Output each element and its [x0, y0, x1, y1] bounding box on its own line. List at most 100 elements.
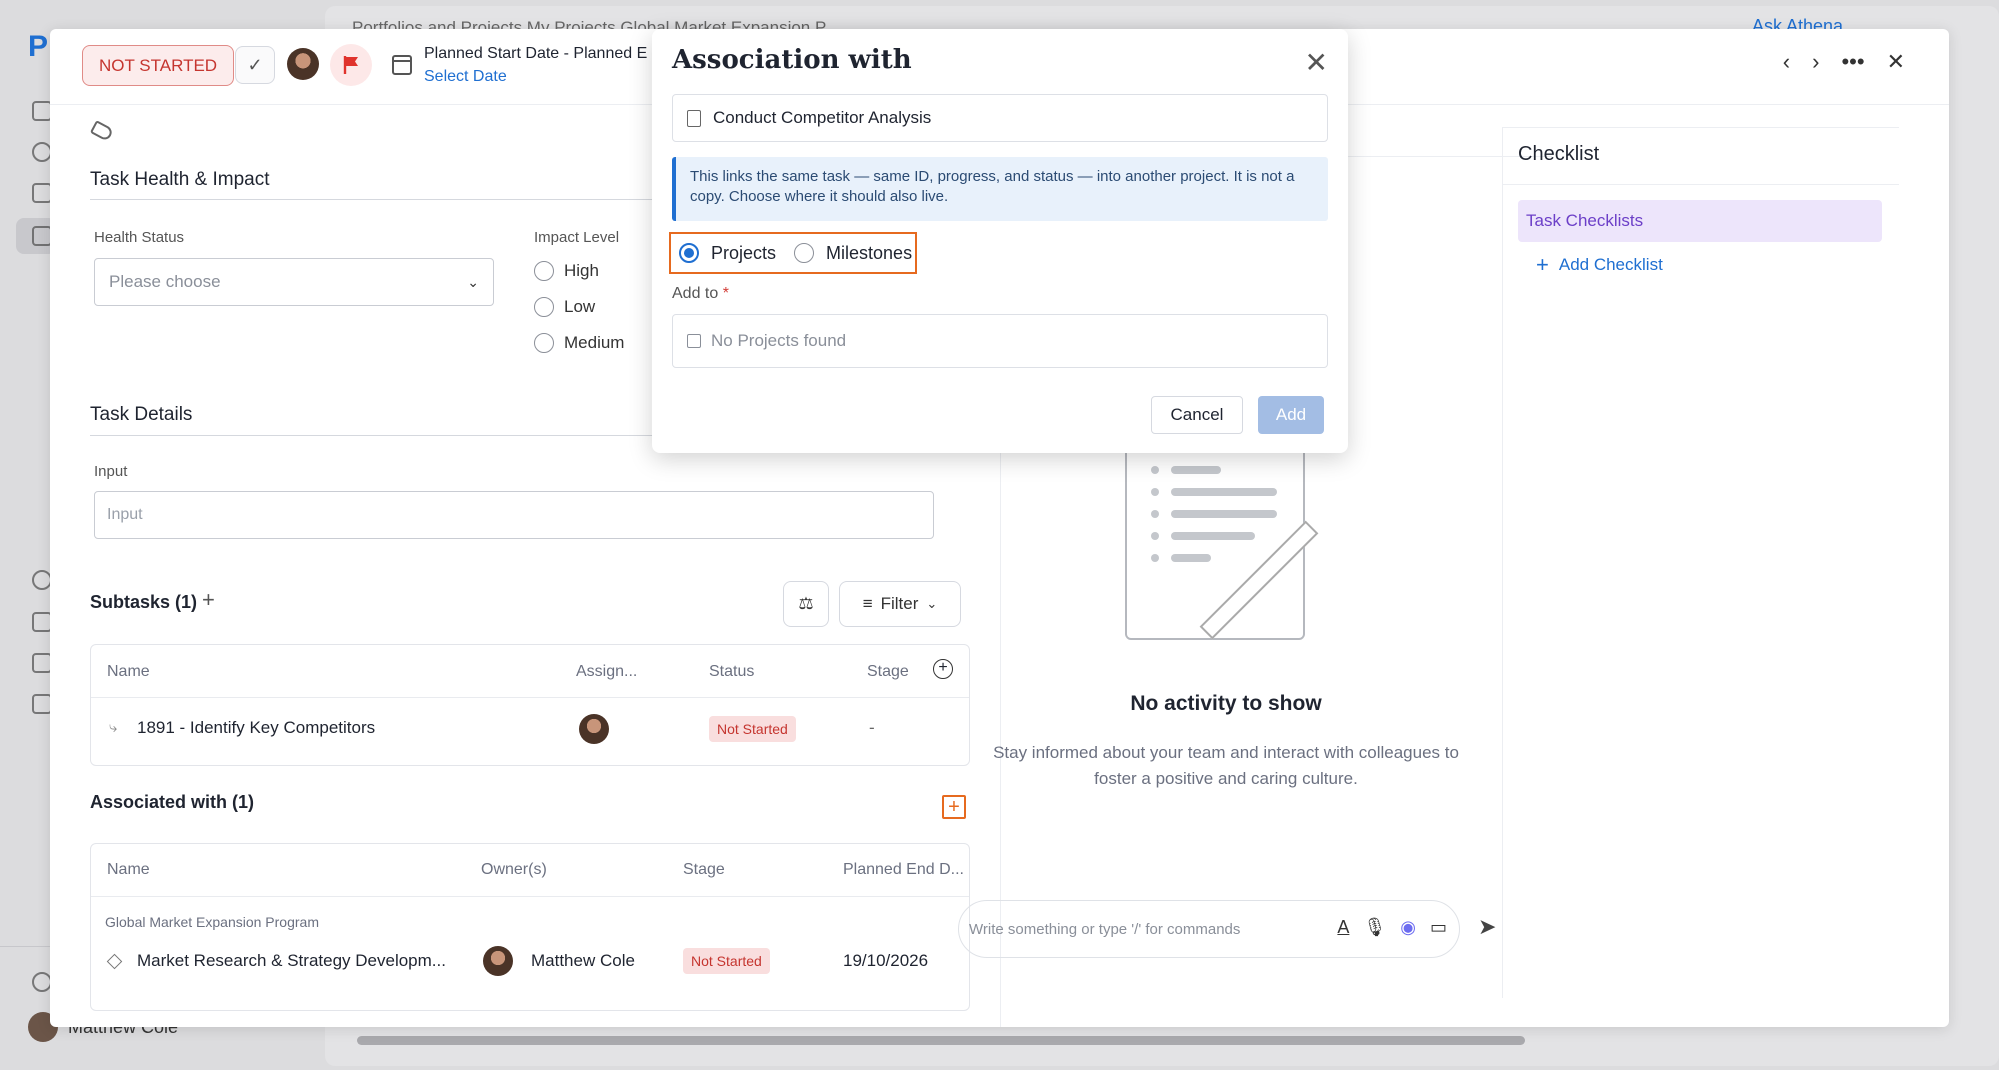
radio-label: Low	[564, 297, 596, 316]
more-icon[interactable]: •••	[1841, 49, 1864, 75]
chart-icon[interactable]	[32, 653, 52, 673]
add-subtask-icon[interactable]: +	[202, 587, 215, 613]
doc-dot	[1151, 466, 1159, 474]
calendar-icon[interactable]	[32, 612, 52, 632]
radio-milestones-label: Milestones	[826, 242, 913, 263]
row-divider	[91, 896, 969, 897]
chevron-left-icon[interactable]: ‹	[1783, 49, 1790, 75]
radio-label: High	[564, 261, 599, 280]
settings-icon[interactable]	[32, 972, 52, 992]
checklist-divider	[1502, 184, 1899, 185]
home-icon[interactable]	[32, 101, 52, 121]
col-assignee[interactable]: Assign...	[576, 663, 637, 681]
filter-icon: ≡	[862, 594, 873, 613]
select-date-link[interactable]: Select Date	[424, 68, 507, 86]
chevron-down-icon: ⌄	[926, 596, 938, 611]
subtasks-table: Name Assign... Status Stage + ⤷ 1891 - I…	[90, 644, 970, 766]
associated-table: Name Owner(s) Stage Planned End D... Glo…	[90, 843, 970, 1011]
doc-dot	[1151, 554, 1159, 562]
add-to-select[interactable]: No Projects found	[672, 314, 1328, 368]
col-name[interactable]: Name	[107, 663, 150, 681]
impact-radio-low[interactable]: Low	[534, 297, 595, 317]
stage-value: -	[869, 718, 875, 737]
timer-icon[interactable]	[32, 570, 52, 590]
filter-button[interactable]: ≡ Filter ⌄	[839, 581, 961, 627]
ai-icon[interactable]: ◉	[1400, 917, 1416, 938]
avatar	[483, 946, 513, 976]
video-icon[interactable]: ▭	[1430, 917, 1447, 938]
owner-name: Matthew Cole	[531, 951, 635, 970]
no-activity-title: No activity to show	[1130, 692, 1322, 715]
doc-line	[1171, 466, 1221, 474]
details-section-title: Task Details	[90, 404, 193, 425]
impact-radio-medium[interactable]: Medium	[534, 333, 624, 353]
list-icon	[687, 334, 701, 348]
required-mark: *	[722, 285, 729, 302]
doc-dot	[1151, 510, 1159, 518]
diamond-icon	[106, 953, 123, 970]
avatar	[579, 714, 609, 744]
associated-title: Associated with (1)	[90, 792, 255, 812]
close-icon[interactable]: ✕	[1305, 49, 1328, 77]
complete-button[interactable]: ✓	[235, 46, 275, 84]
chevron-right-icon[interactable]: ›	[1812, 49, 1819, 75]
association-type-radio-group: Projects Milestones	[669, 232, 917, 274]
add-to-label: Add to *	[672, 285, 729, 303]
tag-icon[interactable]	[89, 120, 115, 142]
status-dropdown[interactable]: NOT STARTED	[82, 45, 235, 86]
add-checklist-button[interactable]: + Add Checklist	[1536, 252, 1663, 278]
doc-line	[1171, 510, 1277, 518]
health-status-select[interactable]: Please choose ⌄	[94, 258, 494, 306]
checklist-icon[interactable]	[32, 694, 52, 714]
add-checklist-label: Add Checklist	[1558, 255, 1663, 274]
comment-input[interactable]: Write something or type '/' for commands…	[958, 900, 1460, 958]
radio-label: Medium	[564, 333, 625, 352]
task-name-field: Conduct Competitor Analysis	[672, 94, 1328, 142]
task-name: Conduct Competitor Analysis	[713, 108, 932, 127]
add-association-button[interactable]: +	[942, 795, 966, 819]
col-stage: Stage	[867, 663, 909, 680]
status-badge: Not Started	[709, 716, 796, 742]
doc-line	[1171, 488, 1277, 496]
add-column-icon[interactable]: +	[933, 659, 953, 679]
col-status: Status	[709, 663, 755, 680]
details-input[interactable]: Input	[94, 491, 934, 539]
subtask-name[interactable]: 1891 - Identify Key Competitors	[137, 718, 375, 738]
microphone-icon[interactable]: 🎙	[1363, 917, 1386, 938]
radio-icon	[534, 333, 554, 353]
radio-selected-icon	[679, 243, 699, 263]
close-icon[interactable]: ✕	[1887, 49, 1905, 75]
tasks-icon[interactable]	[32, 183, 52, 203]
radio-projects[interactable]: Projects	[679, 243, 776, 264]
cancel-button[interactable]: Cancel	[1151, 396, 1243, 434]
assignee-avatar[interactable]	[287, 48, 319, 80]
impact-radio-high[interactable]: High	[534, 261, 599, 281]
project-name[interactable]: Market Research & Strategy Developm...	[137, 951, 446, 971]
health-status-label: Health Status	[94, 229, 185, 246]
health-status-placeholder: Please choose	[109, 272, 221, 291]
send-icon[interactable]: ➤	[1478, 914, 1496, 940]
drawer-nav: ‹ › ••• ✕	[1783, 49, 1905, 75]
doc-line	[1171, 532, 1255, 540]
radio-milestones[interactable]: Milestones	[794, 243, 912, 264]
group-label: Global Market Expansion Program	[105, 914, 319, 930]
row-divider	[91, 697, 969, 698]
status-badge: Not Started	[683, 948, 770, 974]
radio-unselected-icon	[794, 243, 815, 263]
filter-label: Filter	[880, 594, 919, 613]
empty-activity-illustration	[1125, 420, 1305, 640]
col-stage: Stage	[683, 861, 725, 878]
planned-end-date: 19/10/2026	[843, 951, 929, 970]
target-icon[interactable]	[32, 142, 52, 162]
add-button[interactable]: Add	[1258, 396, 1324, 434]
balance-button[interactable]: ⚖	[783, 581, 829, 627]
col-owner: Owner(s)	[481, 861, 547, 878]
text-format-icon[interactable]: A	[1337, 917, 1349, 938]
briefcase-icon[interactable]	[32, 226, 52, 246]
horizontal-scrollbar[interactable]	[357, 1036, 1525, 1045]
priority-button[interactable]	[330, 44, 372, 86]
plus-icon: +	[1536, 252, 1549, 277]
checklist-item-task-checklists[interactable]: Task Checklists	[1518, 200, 1882, 242]
scale-icon: ⚖	[798, 594, 814, 613]
comment-tools: A 🎙 ◉ ▭	[1337, 917, 1447, 938]
